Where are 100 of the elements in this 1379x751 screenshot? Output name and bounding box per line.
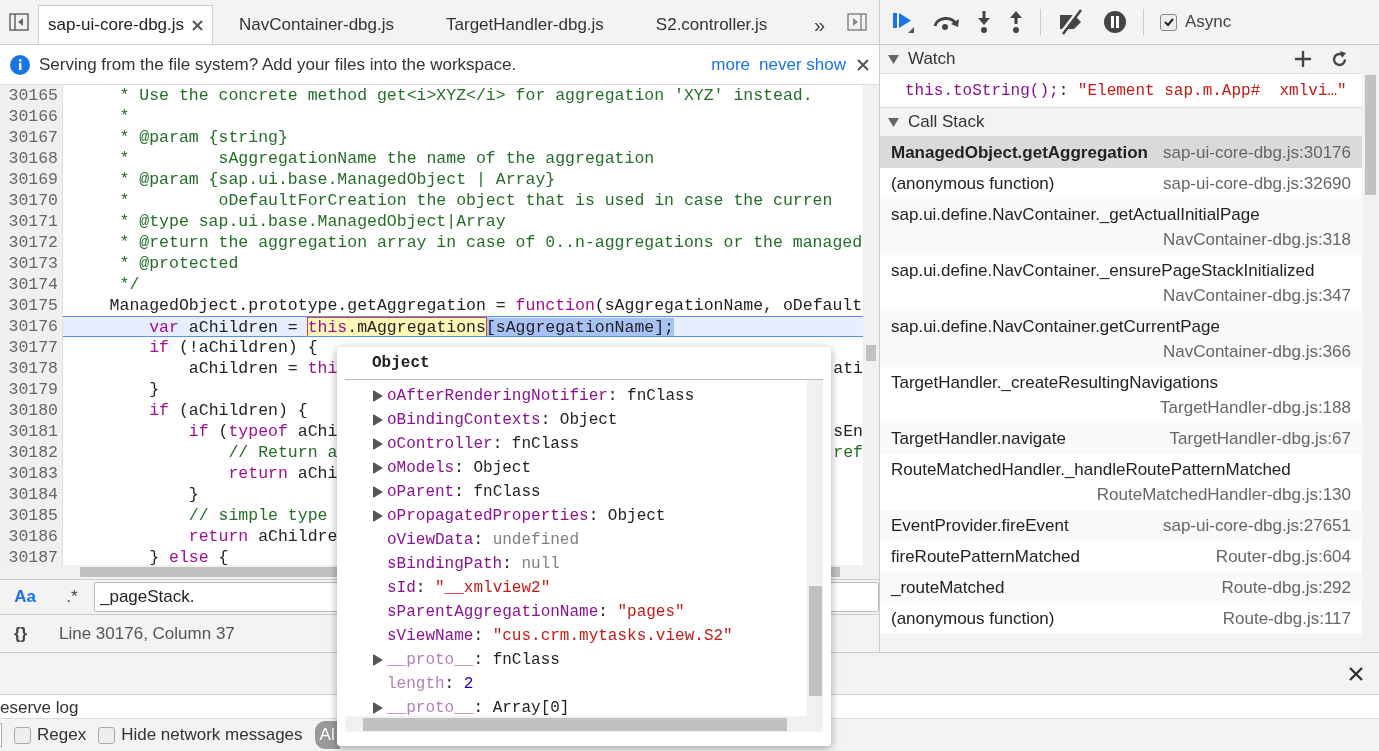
code-line: * oDefaultForCreation the object that is used in case the curren — [118, 190, 833, 211]
regex-toggle[interactable]: .* — [50, 584, 94, 610]
step-out-icon[interactable] — [1008, 10, 1024, 34]
filter-checkbox[interactable] — [14, 726, 31, 744]
call-stack-frame[interactable]: sap.ui.define.NavContainer._getActualInitialPage NavContainer-dbg.js:318 — [880, 199, 1362, 255]
code-line: // Return a — [227, 442, 338, 463]
expand-triangle-icon[interactable] — [373, 390, 383, 402]
file-tab[interactable]: NavContainer-dbg.js — [213, 5, 421, 44]
frame-location: NavContainer-dbg.js:318 — [1162, 229, 1351, 251]
line-number: 30183 — [0, 463, 63, 484]
file-tab[interactable]: S2.controller.js — [629, 5, 794, 44]
code-line: * @param {sap.ui.base.ManagedObject | Array} — [118, 169, 556, 190]
vertical-scrollbar[interactable] — [807, 380, 823, 716]
code-line: * Use the concrete method get<i>XYZ</i> for aggregation 'XYZ' instead. — [118, 85, 813, 106]
expand-triangle-icon — [888, 54, 899, 64]
expand-triangle-icon[interactable] — [373, 510, 383, 522]
checkmark-icon — [1162, 16, 1175, 28]
frame-location: TargetHandler-dbg.js:188 — [1160, 397, 1351, 419]
code-line: } — [187, 484, 199, 505]
expand-triangle-icon[interactable] — [373, 654, 383, 666]
code-line: if (!aChildren) { — [148, 337, 318, 358]
frame-location: sap-ui-core-dbg.js:32690 — [1162, 173, 1351, 195]
property-entry: __proto__: Array[0] — [387, 698, 570, 716]
expand-triangle-icon[interactable] — [373, 414, 383, 426]
code-line: * @type sap.ui.base.ManagedObject|Array — [118, 211, 506, 232]
cursor-position: Line 30176, Column 37 — [59, 622, 235, 645]
code-line: } else { — [148, 547, 229, 565]
frame-function: _routeMatched — [891, 577, 1005, 599]
code-line: * @param {string} — [118, 127, 288, 148]
frame-function: EventProvider.fireEvent — [891, 515, 1069, 537]
call-stack-frame[interactable]: TargetHandler.navigate TargetHandler-dbg.js:67 — [880, 423, 1362, 454]
async-label: Async — [1185, 11, 1232, 34]
frame-location: Router-dbg.js:604 — [1215, 546, 1351, 568]
pause-icon[interactable] — [1103, 10, 1127, 34]
async-checkbox[interactable] — [1160, 13, 1177, 31]
code-line: } — [148, 379, 160, 400]
horizontal-scrollbar[interactable] — [345, 716, 823, 732]
property-entry: sViewName: "cus.crm.mytasks.view.S2" — [387, 626, 733, 647]
filter-checkbox[interactable] — [98, 726, 116, 744]
close-icon[interactable] — [1349, 666, 1363, 681]
call-stack-frame[interactable]: _routeMatched Route-dbg.js:292 — [880, 572, 1362, 603]
call-stack-frame[interactable]: (anonymous function) sap-ui-core-dbg.js:32690 — [880, 168, 1362, 199]
info-link[interactable]: more — [711, 51, 751, 78]
vertical-scrollbar[interactable] — [863, 85, 879, 565]
property-entry: sId: "__xmlview2" — [387, 578, 551, 599]
call-stack-frame[interactable]: fireRoutePatternMatched Router-dbg.js:604 — [880, 541, 1362, 572]
code-line: var aChildren = this.mAggregations[sAggregationName]; — [148, 317, 675, 336]
info-icon — [10, 54, 30, 75]
more-tabs-button[interactable]: » — [803, 5, 835, 44]
frame-function: (anonymous function) — [891, 173, 1055, 195]
line-number: 30182 — [0, 442, 63, 463]
property-entry: length: 2 — [387, 674, 474, 695]
line-number: 30176 — [0, 316, 63, 337]
step-into-icon[interactable] — [976, 10, 992, 34]
file-tab[interactable]: TargetHandler-dbg.js — [420, 5, 630, 44]
frame-function: RouteMatchedHandler._handleRoutePatternMatched — [891, 459, 1291, 481]
property-entry: oBindingContexts: Object — [387, 410, 618, 431]
close-icon[interactable] — [857, 58, 869, 71]
expand-triangle-icon[interactable] — [373, 438, 383, 450]
line-number: 30167 — [0, 127, 63, 148]
refresh-icon[interactable] — [1331, 50, 1348, 68]
line-number: 30187 — [0, 547, 63, 565]
expand-triangle-icon[interactable] — [373, 486, 383, 498]
line-number: 30175 — [0, 295, 63, 316]
property-entry: __proto__: fnClass — [387, 650, 560, 671]
match-case-toggle[interactable]: Aa — [0, 584, 50, 610]
property-entry: oPropagatedProperties: Object — [387, 506, 666, 527]
call-stack-frame[interactable]: ManagedObject.getAggregation sap-ui-core-dbg.js:30176 — [880, 137, 1362, 168]
code-line: * sAggregationName the name of the aggregation — [118, 148, 655, 169]
call-stack-frame[interactable]: (anonymous function) Route-dbg.js:117 — [880, 603, 1362, 634]
code-fragment: ati — [833, 358, 863, 379]
file-tab[interactable]: sap-ui-core-dbg.js — [38, 5, 214, 44]
property-entry: oController: fnClass — [387, 434, 580, 455]
property-entry: oViewData: undefined — [387, 530, 580, 551]
section-title: Watch — [908, 48, 956, 71]
call-stack-frame[interactable]: TargetHandler._createResultingNavigations TargetHandler-dbg.js:188 — [880, 367, 1362, 423]
frame-location: NavContainer-dbg.js:366 — [1162, 341, 1351, 363]
resume-icon[interactable] — [892, 11, 916, 33]
call-stack-frame[interactable]: sap.ui.define.NavContainer.getCurrentPage NavContainer-dbg.js:366 — [880, 311, 1362, 367]
call-stack-frame[interactable]: EventProvider.fireEvent sap-ui-core-dbg.js:27651 — [880, 510, 1362, 541]
line-number: 30186 — [0, 526, 63, 547]
call-stack-frame[interactable]: sap.ui.define.NavContainer._ensurePageStackInitialized NavContainer-dbg.js:347 — [880, 255, 1362, 311]
expand-triangle-icon[interactable] — [373, 462, 383, 474]
line-number: 30184 — [0, 484, 63, 505]
line-number: 30185 — [0, 505, 63, 526]
line-number: 30170 — [0, 190, 63, 211]
info-message: Serving from the file system? Add your files into the workspace. — [39, 53, 517, 76]
pretty-print-button[interactable]: {} — [14, 620, 59, 647]
line-number: 30169 — [0, 169, 63, 190]
add-icon[interactable] — [1295, 51, 1311, 67]
property-entry: sBindingPath: null — [387, 554, 560, 575]
frame-location: TargetHandler-dbg.js:67 — [1169, 428, 1351, 450]
console-option[interactable]: eserve log — [0, 698, 79, 718]
code-line: * @protected — [118, 253, 239, 274]
frame-location: sap-ui-core-dbg.js:30176 — [1162, 142, 1351, 164]
frame-function: TargetHandler._createResultingNavigations — [891, 372, 1218, 394]
info-link[interactable]: never show — [759, 51, 846, 78]
close-icon[interactable] — [192, 19, 204, 31]
property-entry: oParent: fnClass — [387, 482, 541, 503]
expand-triangle-icon[interactable] — [373, 702, 383, 714]
